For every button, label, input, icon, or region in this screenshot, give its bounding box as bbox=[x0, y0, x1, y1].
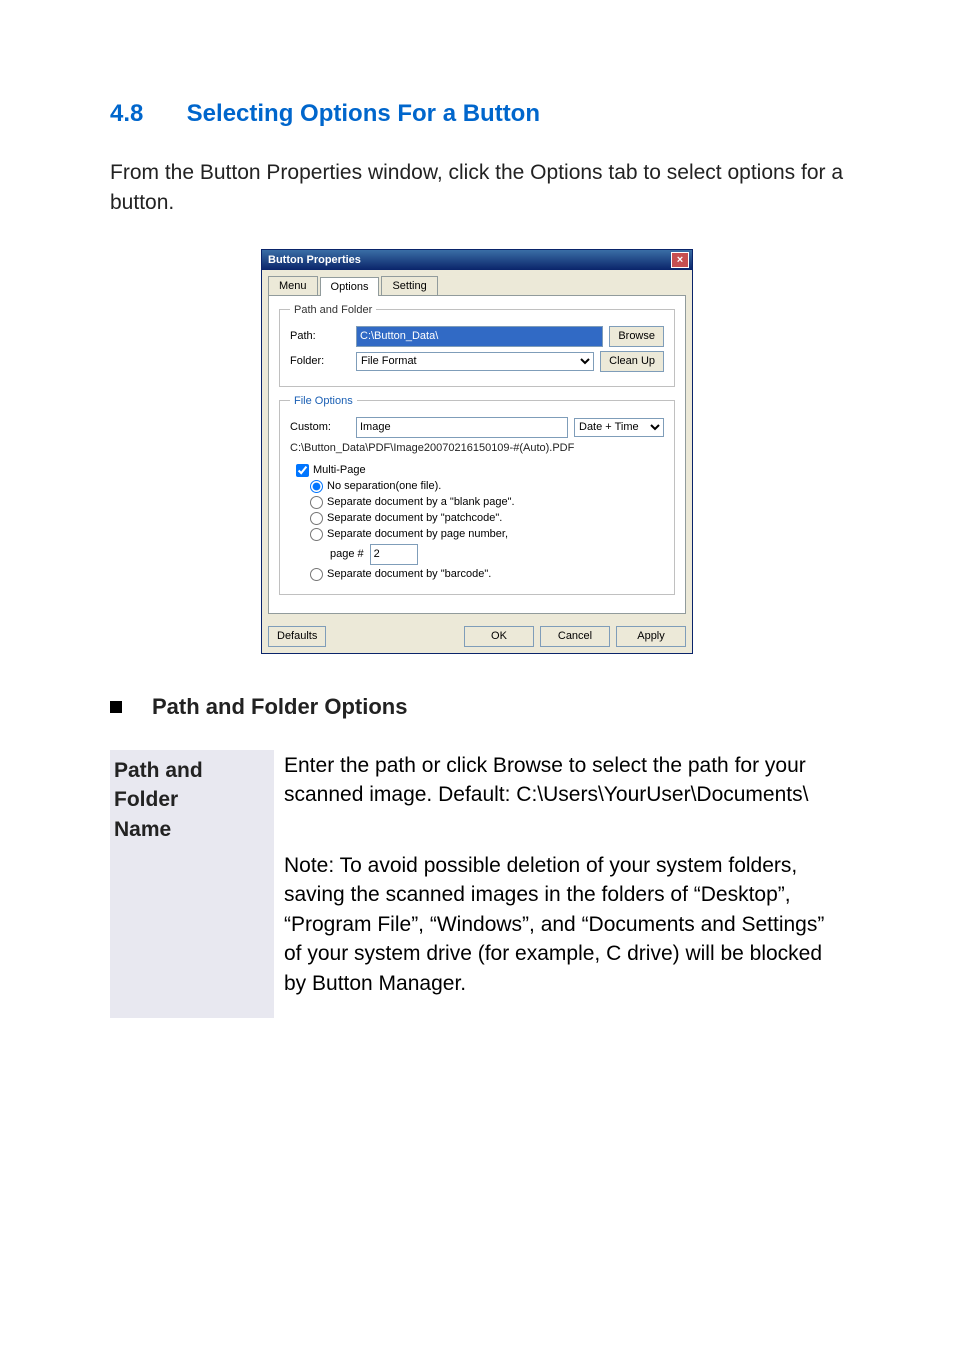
section-heading: 4.8 Selecting Options For a Button bbox=[110, 100, 844, 128]
radio-page-number-label: Separate document by page number, bbox=[327, 528, 508, 540]
file-options-legend: File Options bbox=[290, 395, 357, 407]
radio-barcode-label: Separate document by "barcode". bbox=[327, 568, 491, 580]
radio-no-separation[interactable] bbox=[310, 480, 323, 493]
path-folder-group: Path and Folder Path: Browse Folder: Fil… bbox=[279, 304, 675, 387]
definition-term-empty bbox=[110, 850, 274, 1018]
term-line-2: Folder bbox=[114, 788, 178, 811]
page-number-input[interactable] bbox=[370, 544, 418, 565]
path-input[interactable] bbox=[356, 326, 603, 347]
section-number: 4.8 bbox=[110, 100, 180, 128]
bullet-square-icon bbox=[110, 701, 122, 713]
radio-patchcode-label: Separate document by "patchcode". bbox=[327, 512, 502, 524]
button-properties-dialog: Button Properties × Menu Options Setting… bbox=[261, 249, 693, 654]
dialog-title: Button Properties bbox=[268, 254, 361, 266]
definition-desc-2: Note: To avoid possible deletion of your… bbox=[274, 850, 844, 1018]
path-label: Path: bbox=[290, 330, 350, 342]
page-number-label: page # bbox=[330, 548, 364, 560]
custom-input[interactable] bbox=[356, 417, 568, 438]
tab-bar: Menu Options Setting bbox=[268, 276, 686, 296]
path-folder-legend: Path and Folder bbox=[290, 304, 376, 316]
tab-setting[interactable]: Setting bbox=[381, 276, 437, 295]
definition-desc-1: Enter the path or click Browse to select… bbox=[274, 750, 844, 850]
radio-blank-page[interactable] bbox=[310, 496, 323, 509]
term-line-1: Path and bbox=[114, 759, 203, 782]
close-icon[interactable]: × bbox=[671, 252, 689, 268]
definition-table: Path and Folder Name Enter the path or c… bbox=[110, 750, 844, 1018]
file-options-group: File Options Custom: Date + Time C:\Butt… bbox=[279, 395, 675, 595]
definition-term: Path and Folder Name bbox=[110, 750, 274, 850]
subsection-heading: Path and Folder Options bbox=[152, 694, 407, 720]
multipage-label: Multi-Page bbox=[313, 464, 366, 476]
custom-label: Custom: bbox=[290, 421, 350, 433]
radio-barcode[interactable] bbox=[310, 568, 323, 581]
radio-no-separation-label: No separation(one file). bbox=[327, 480, 441, 492]
apply-button[interactable]: Apply bbox=[616, 626, 686, 647]
cleanup-button[interactable]: Clean Up bbox=[600, 351, 664, 372]
tab-options[interactable]: Options bbox=[320, 277, 380, 296]
radio-blank-page-label: Separate document by a "blank page". bbox=[327, 496, 515, 508]
folder-label: Folder: bbox=[290, 355, 350, 367]
ok-button[interactable]: OK bbox=[464, 626, 534, 647]
radio-patchcode[interactable] bbox=[310, 512, 323, 525]
datetime-select[interactable]: Date + Time bbox=[574, 418, 664, 437]
radio-page-number[interactable] bbox=[310, 528, 323, 541]
term-line-3: Name bbox=[114, 818, 171, 841]
tab-menu[interactable]: Menu bbox=[268, 276, 318, 295]
dialog-titlebar: Button Properties × bbox=[262, 250, 692, 270]
multipage-checkbox[interactable] bbox=[296, 464, 309, 477]
subsection-heading-row: Path and Folder Options bbox=[110, 694, 844, 720]
section-title-text: Selecting Options For a Button bbox=[187, 100, 540, 127]
intro-paragraph: From the Button Properties window, click… bbox=[110, 158, 844, 219]
defaults-button[interactable]: Defaults bbox=[268, 626, 326, 647]
browse-button[interactable]: Browse bbox=[609, 326, 664, 347]
cancel-button[interactable]: Cancel bbox=[540, 626, 610, 647]
folder-select[interactable]: File Format bbox=[356, 352, 594, 371]
example-path: C:\Button_Data\PDF\Image20070216150109-#… bbox=[290, 442, 664, 454]
